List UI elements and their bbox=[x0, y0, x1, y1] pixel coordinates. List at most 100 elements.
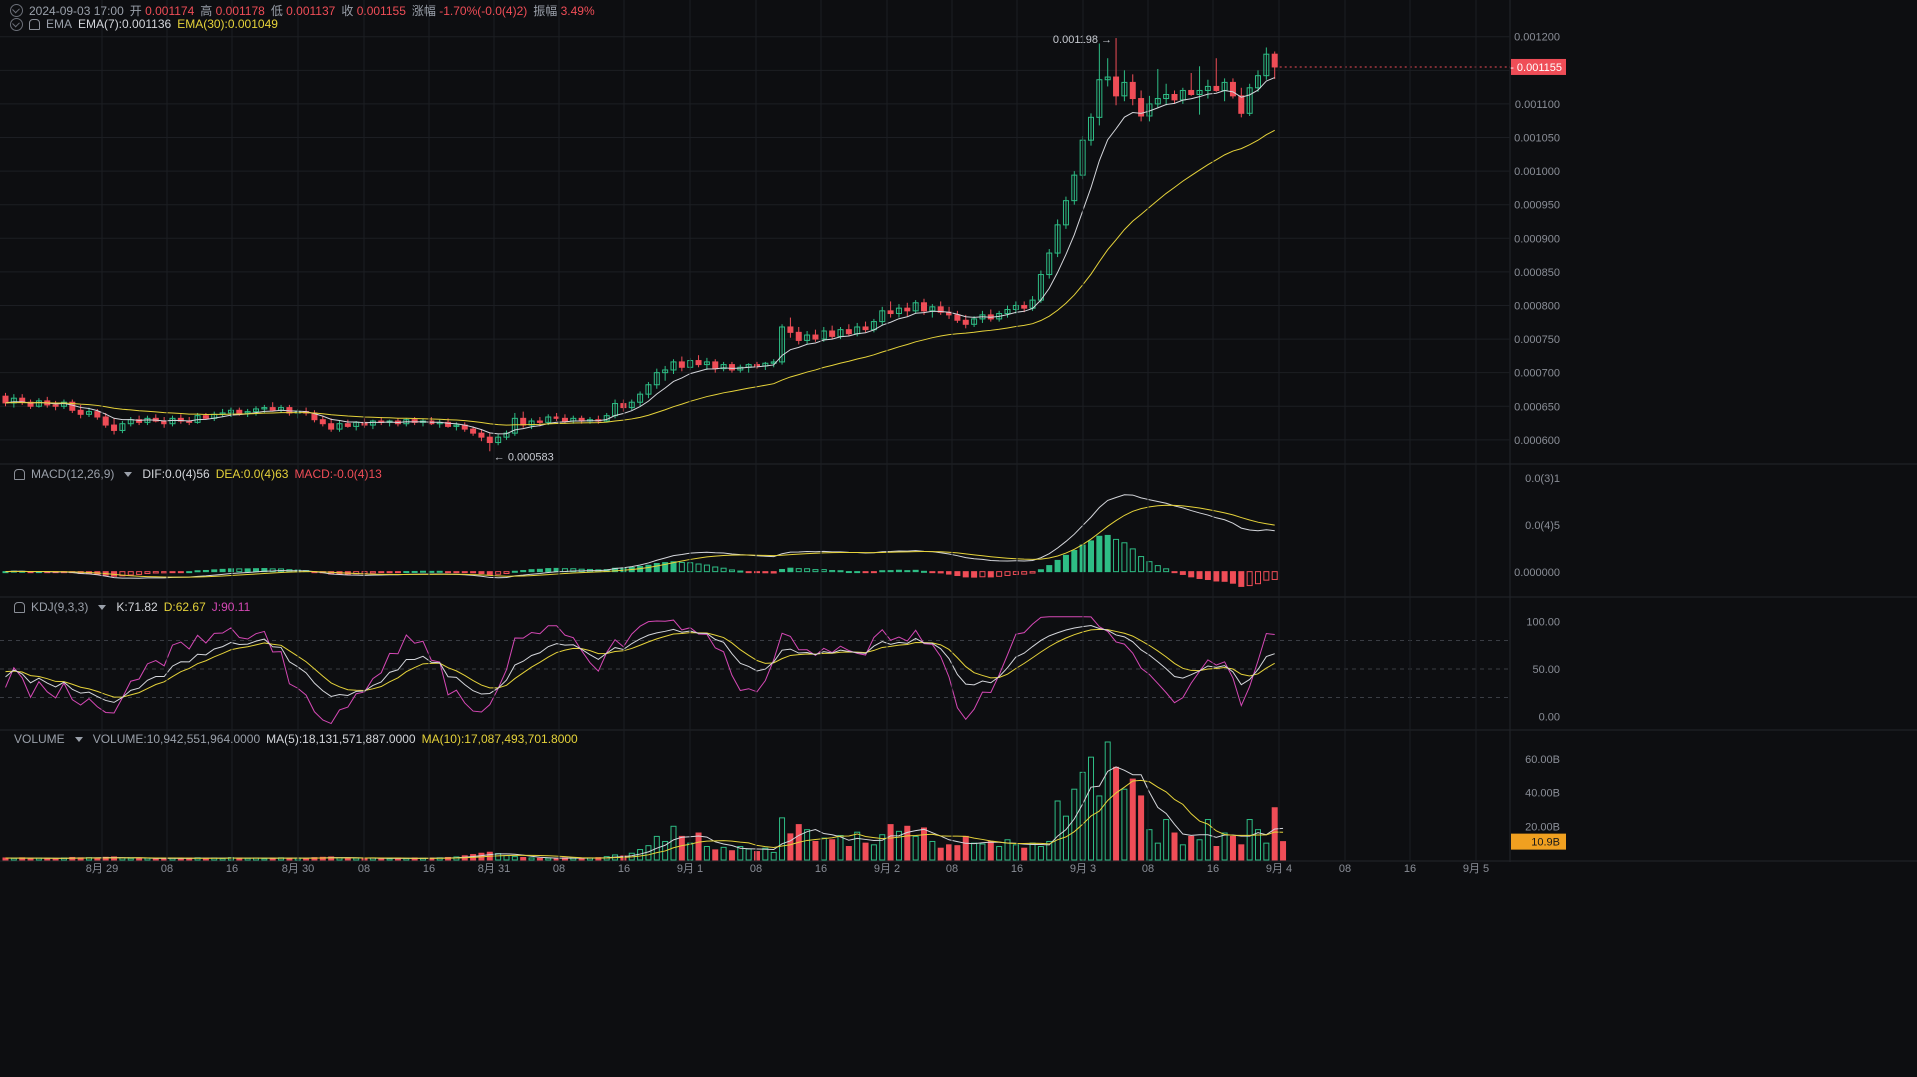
macd-histogram-bar bbox=[453, 571, 460, 574]
price-axis-label: 0.000650 bbox=[1514, 401, 1560, 413]
candle-body bbox=[94, 411, 101, 418]
candle-body bbox=[954, 314, 961, 321]
volume-bar bbox=[954, 845, 961, 861]
macd-histogram-bar bbox=[194, 570, 201, 573]
candle-body bbox=[728, 364, 735, 371]
time-axis-label: 08 bbox=[946, 863, 958, 875]
candle-body bbox=[1238, 95, 1245, 114]
kdj-header: KDJ(9,3,3) K:71.82 D:62.67 J:90.11 bbox=[14, 600, 250, 614]
candle-body bbox=[1021, 304, 1028, 309]
macd-histogram-bar bbox=[1213, 571, 1220, 582]
min-price-annotation: ← 0.000583 bbox=[494, 451, 554, 463]
volume-bar bbox=[962, 835, 969, 861]
kdj-indicator-name[interactable]: KDJ(9,3,3) bbox=[31, 600, 88, 614]
candle-body bbox=[269, 407, 276, 411]
collapse-icon[interactable] bbox=[10, 4, 23, 17]
dropdown-caret-icon[interactable] bbox=[98, 604, 107, 610]
macd-histogram-bar bbox=[403, 571, 410, 574]
macd-histogram-bar bbox=[420, 570, 426, 573]
volume-bar bbox=[887, 824, 894, 861]
kdj-axis-label: 100.00 bbox=[1526, 617, 1560, 629]
volume-bar bbox=[1113, 766, 1120, 861]
volume-axis-label: 60.00B bbox=[1525, 754, 1560, 766]
volume-bar bbox=[303, 857, 310, 861]
volume-bar bbox=[344, 857, 351, 861]
macd-histogram-bar bbox=[202, 569, 209, 573]
max-price-annotation: 0.001198 → bbox=[1053, 34, 1112, 46]
time-axis-label: 16 bbox=[815, 863, 827, 875]
k-value: K:71.82 bbox=[116, 600, 158, 614]
price-axis-label: 0.001000 bbox=[1514, 166, 1560, 178]
candle-body bbox=[561, 417, 568, 422]
price-axis-label: 0.000750 bbox=[1514, 334, 1560, 346]
price-axis-label: 0.001100 bbox=[1515, 99, 1560, 111]
macd-histogram-bar bbox=[461, 571, 468, 574]
macd-histogram-bar bbox=[177, 571, 184, 574]
collapse-icon[interactable] bbox=[10, 17, 23, 31]
volume-bar bbox=[1238, 844, 1245, 861]
macd-histogram-bar bbox=[1037, 569, 1044, 573]
candle-body bbox=[754, 364, 760, 367]
bell-icon[interactable] bbox=[14, 601, 25, 613]
macd-histogram-bar bbox=[1054, 559, 1061, 573]
macd-histogram-bar bbox=[545, 568, 552, 573]
volume-bar bbox=[1271, 807, 1278, 861]
time-axis-label: 08 bbox=[1339, 863, 1351, 875]
candle-body bbox=[904, 307, 911, 312]
time-axis-label: 9月 3 bbox=[1070, 863, 1096, 875]
ema-header: EMA EMA(7):0.001136 EMA(30):0.001049 bbox=[10, 17, 278, 31]
volume-value: VOLUME:10,942,551,964.0000 bbox=[92, 732, 261, 746]
candle-body bbox=[111, 424, 118, 431]
time-axis-label: 9月 5 bbox=[1463, 863, 1489, 875]
macd-histogram-bar bbox=[169, 571, 176, 574]
price-axis-label: 0.001200 bbox=[1514, 32, 1560, 44]
chart-canvas[interactable]: 0.0012000.0011500.0011000.0010500.001000… bbox=[0, 0, 1917, 1077]
volume-bar bbox=[52, 858, 59, 861]
macd-histogram-bar bbox=[653, 563, 660, 573]
volume-bar bbox=[754, 851, 760, 861]
candle-body bbox=[344, 423, 351, 427]
open-label: 开 bbox=[129, 4, 142, 18]
amp-label: 振幅 bbox=[533, 4, 558, 18]
volume-indicator-name[interactable]: VOLUME bbox=[14, 732, 65, 746]
candle-body bbox=[829, 330, 836, 337]
bell-icon[interactable] bbox=[29, 18, 40, 30]
macd-indicator-name[interactable]: MACD(12,26,9) bbox=[31, 467, 114, 481]
time-axis-label: 16 bbox=[618, 863, 630, 875]
candle-body bbox=[921, 302, 927, 312]
macd-histogram-bar bbox=[1179, 571, 1186, 575]
time-axis-label: 08 bbox=[358, 863, 370, 875]
candle-body bbox=[862, 326, 869, 331]
time-axis-label: 16 bbox=[423, 863, 435, 875]
macd-histogram-bar bbox=[1062, 554, 1069, 573]
candle-body bbox=[486, 436, 493, 444]
macd-histogram-bar bbox=[929, 571, 936, 574]
candle-body bbox=[102, 416, 109, 426]
macd-histogram-bar bbox=[971, 571, 978, 578]
price-axis-label: 0.000700 bbox=[1514, 368, 1560, 380]
dif-value: DIF:0.0(4)56 bbox=[142, 467, 210, 481]
chart-background bbox=[0, 0, 1917, 1077]
volume-ma10-value: MA(10):17,087,493,701.8000 bbox=[421, 732, 578, 746]
macd-histogram-bar bbox=[862, 571, 869, 574]
price-axis-label: 0.000900 bbox=[1514, 233, 1560, 245]
time-axis-label: 8月 30 bbox=[282, 863, 314, 875]
macd-histogram-bar bbox=[762, 571, 769, 574]
dropdown-caret-icon[interactable] bbox=[124, 471, 133, 477]
macd-histogram-bar bbox=[186, 571, 193, 574]
ema-indicator-name[interactable]: EMA bbox=[46, 17, 72, 31]
time-axis-label: 9月 2 bbox=[874, 863, 900, 875]
dropdown-caret-icon[interactable] bbox=[74, 736, 83, 742]
volume-bar bbox=[937, 847, 944, 861]
macd-histogram-bar bbox=[987, 571, 994, 578]
d-value: D:62.67 bbox=[163, 600, 206, 614]
macd-histogram-bar bbox=[1046, 565, 1053, 573]
price-axis-label: 0.000950 bbox=[1514, 200, 1560, 212]
bell-icon[interactable] bbox=[14, 468, 25, 480]
candle-body bbox=[52, 404, 59, 407]
macd-histogram-bar bbox=[1204, 571, 1211, 581]
macd-histogram-bar bbox=[954, 571, 961, 577]
candle-body bbox=[887, 310, 894, 315]
candle-body bbox=[1271, 53, 1278, 68]
ema30-value: EMA(30):0.001049 bbox=[177, 17, 278, 31]
